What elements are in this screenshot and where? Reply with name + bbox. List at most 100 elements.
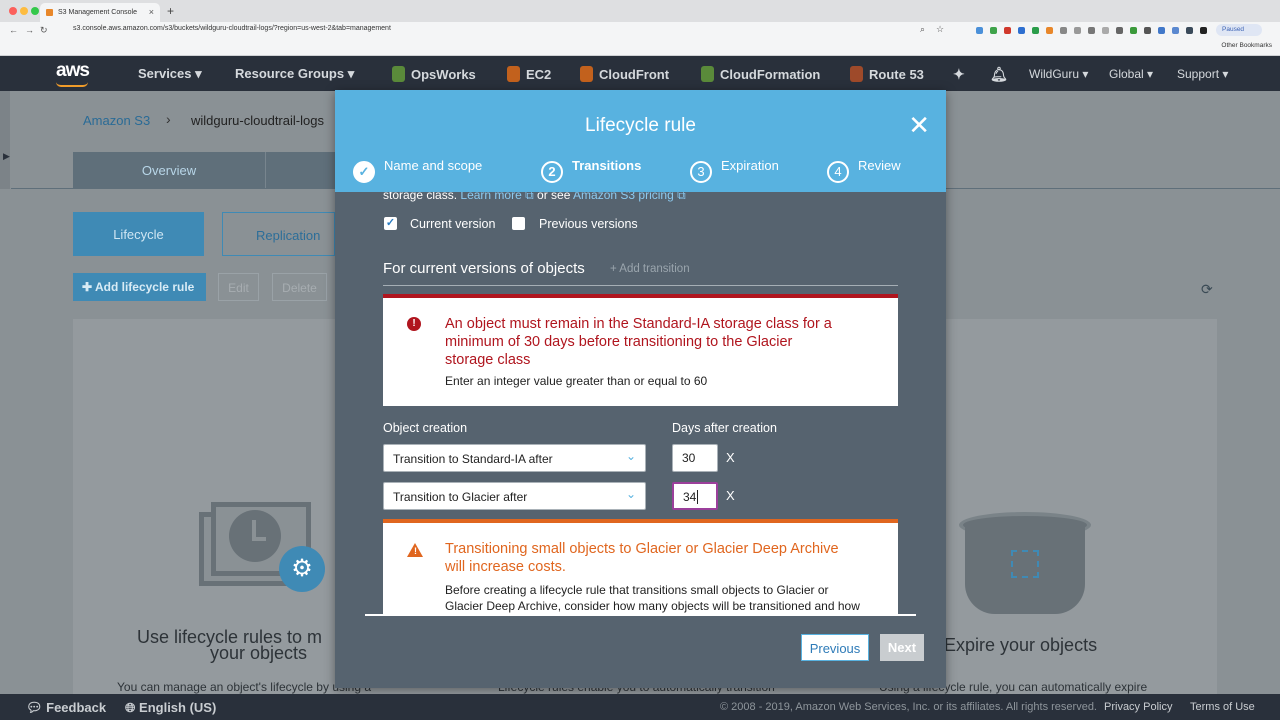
extension-icon[interactable] <box>1032 27 1039 34</box>
tab-close-icon[interactable]: × <box>149 7 154 17</box>
extension-icon[interactable] <box>1172 27 1179 34</box>
back-icon[interactable]: ← <box>9 25 18 35</box>
pricing-link[interactable]: Amazon S3 pricing <box>573 192 674 202</box>
remove-transition-button[interactable]: X <box>726 450 735 465</box>
pin-icon[interactable]: ✦ <box>953 66 965 83</box>
card1-text: You can manage an object's lifecycle by … <box>117 680 372 694</box>
breadcrumb-bucket: wildguru-cloudtrail-logs <box>191 113 324 128</box>
aws-logo[interactable]: aws <box>56 60 90 82</box>
extension-icon[interactable] <box>976 27 983 34</box>
forward-icon[interactable]: → <box>25 25 34 35</box>
extension-icon[interactable] <box>1158 27 1165 34</box>
extension-icon[interactable] <box>990 27 997 34</box>
close-icon[interactable]: ✕ <box>908 112 930 138</box>
tab-overview[interactable]: Overview <box>73 163 265 178</box>
next-button[interactable]: Next <box>880 634 924 661</box>
subtab-lifecycle[interactable]: Lifecycle <box>73 212 204 256</box>
remove-transition-button[interactable]: X <box>726 488 735 503</box>
extension-icon[interactable] <box>1018 27 1025 34</box>
extension-icon[interactable] <box>1186 27 1193 34</box>
maximize-window-icon[interactable] <box>31 7 39 15</box>
current-version-label: Current version <box>410 217 496 231</box>
privacy-link[interactable]: Privacy Policy <box>1104 701 1172 713</box>
extension-icon[interactable] <box>1046 27 1053 34</box>
terms-link[interactable]: Terms of Use <box>1190 701 1255 713</box>
step-transitions[interactable]: 2 Transitions <box>541 158 641 183</box>
bell-icon[interactable]: 🔔︎ <box>990 66 1008 83</box>
previous-button[interactable]: Previous <box>801 634 869 661</box>
account-menu[interactable]: WildGuru ▾ <box>1029 67 1088 81</box>
language-selector[interactable]: 🌐︎ English (US) <box>125 700 216 716</box>
opsworks-shortcut[interactable]: OpsWorks <box>392 66 476 82</box>
zoom-icon[interactable]: ⌕ <box>920 24 925 35</box>
learn-more-link[interactable]: Learn more <box>460 192 521 202</box>
warning-title-line1: Transitioning small objects to Glacier o… <box>445 541 839 557</box>
cloudfront-shortcut[interactable]: CloudFront <box>580 66 669 82</box>
left-drawer-toggle[interactable]: ▶ <box>0 91 10 189</box>
previous-versions-checkbox[interactable] <box>512 217 525 230</box>
minimize-window-icon[interactable] <box>20 7 28 15</box>
extension-icon[interactable] <box>1074 27 1081 34</box>
cloudformation-shortcut[interactable]: CloudFormation <box>701 66 820 82</box>
days-input-standard-ia[interactable]: 30 <box>672 444 718 472</box>
profile-paused-badge[interactable]: Paused <box>1216 24 1262 36</box>
card3-title: Expire your objects <box>944 635 1098 655</box>
bookmark-star-icon[interactable]: ☆ <box>936 24 944 35</box>
extension-icon[interactable] <box>1144 27 1151 34</box>
lifecycle-rule-modal: Lifecycle rule ✕ ✓ Name and scope 2 Transi… <box>335 90 946 688</box>
step-name-and-scope[interactable]: ✓ Name and scope <box>353 158 482 183</box>
transition-select-glacier[interactable]: Transition to Glacier after ⌄ <box>383 482 646 510</box>
delete-button[interactable]: Delete <box>272 273 327 301</box>
browser-tab[interactable]: S3 Management Console × <box>40 3 160 22</box>
external-link-icon: ⧉ <box>673 192 686 202</box>
chevron-down-icon: ⌄ <box>625 449 636 463</box>
services-menu[interactable]: Services ▾ <box>138 66 202 82</box>
globe-icon: 🌐︎ <box>125 700 136 715</box>
extension-icon[interactable] <box>1060 27 1067 34</box>
route53-shortcut[interactable]: Route 53 <box>850 66 924 82</box>
reload-icon[interactable]: ↻ <box>40 25 48 36</box>
extension-icon[interactable] <box>1004 27 1011 34</box>
extension-icon[interactable] <box>1130 27 1137 34</box>
modal-scroll-content[interactable]: storage class. Learn more ⧉ or see Amazo… <box>365 192 916 615</box>
region-menu[interactable]: Global ▾ <box>1109 67 1153 81</box>
copyright: © 2008 - 2019, Amazon Web Services, Inc.… <box>720 701 1097 713</box>
warning-alert: ! Transitioning small objects to Glacier… <box>383 519 898 615</box>
intro-text: storage class. Learn more ⧉ or see Amazo… <box>383 192 686 203</box>
feedback-link[interactable]: 💬︎ Feedback <box>26 700 106 716</box>
current-version-checkbox[interactable]: ✓ <box>384 217 397 230</box>
extension-icon[interactable] <box>1200 27 1207 34</box>
subtab-replication[interactable]: Replication <box>222 212 335 256</box>
step-review[interactable]: 4 Review <box>827 158 901 183</box>
cloudfront-icon <box>580 66 593 82</box>
error-alert: ! An object must remain in the Standard-… <box>383 294 898 406</box>
ec2-shortcut[interactable]: EC2 <box>507 66 551 82</box>
add-lifecycle-rule-button[interactable]: ✚ Add lifecycle rule <box>73 273 206 301</box>
transition-select-standard-ia[interactable]: Transition to Standard-IA after ⌄ <box>383 444 646 472</box>
resource-groups-menu[interactable]: Resource Groups ▾ <box>235 66 354 82</box>
extension-icon[interactable] <box>1116 27 1123 34</box>
add-transition-link[interactable]: + Add transition <box>610 263 690 275</box>
days-input-glacier[interactable]: 34 <box>672 482 718 510</box>
new-tab-button[interactable]: + <box>167 4 174 18</box>
extension-icon[interactable] <box>1102 27 1109 34</box>
lifecycle-illustration-icon: ⚙ <box>197 502 325 598</box>
object-creation-label: Object creation <box>383 421 468 435</box>
refresh-icon[interactable]: ⟳ <box>1201 281 1213 298</box>
close-window-icon[interactable] <box>9 7 17 15</box>
extension-icon[interactable] <box>1088 27 1095 34</box>
error-message-line1: An object must remain in the Standard-IA… <box>445 316 832 332</box>
other-bookmarks[interactable]: Other Bookmarks <box>1221 42 1272 49</box>
step-expiration[interactable]: 3 Expiration <box>690 158 779 183</box>
breadcrumb-root[interactable]: Amazon S3 <box>83 113 150 128</box>
warning-body-line2: Glacier Deep Archive, consider how many … <box>445 599 860 613</box>
error-message-line2: minimum of 30 days before transitioning … <box>445 334 793 350</box>
address-bar[interactable]: s3.console.aws.amazon.com/s3/buckets/wil… <box>73 25 391 32</box>
external-link-icon: ⧉ <box>521 192 534 202</box>
card1-title-line2: your objects <box>210 643 308 663</box>
content-divider <box>365 614 916 616</box>
ec2-icon <box>507 66 520 82</box>
expand-arrow-icon: ▶ <box>3 151 10 161</box>
support-menu[interactable]: Support ▾ <box>1177 67 1228 81</box>
edit-button[interactable]: Edit <box>218 273 259 301</box>
